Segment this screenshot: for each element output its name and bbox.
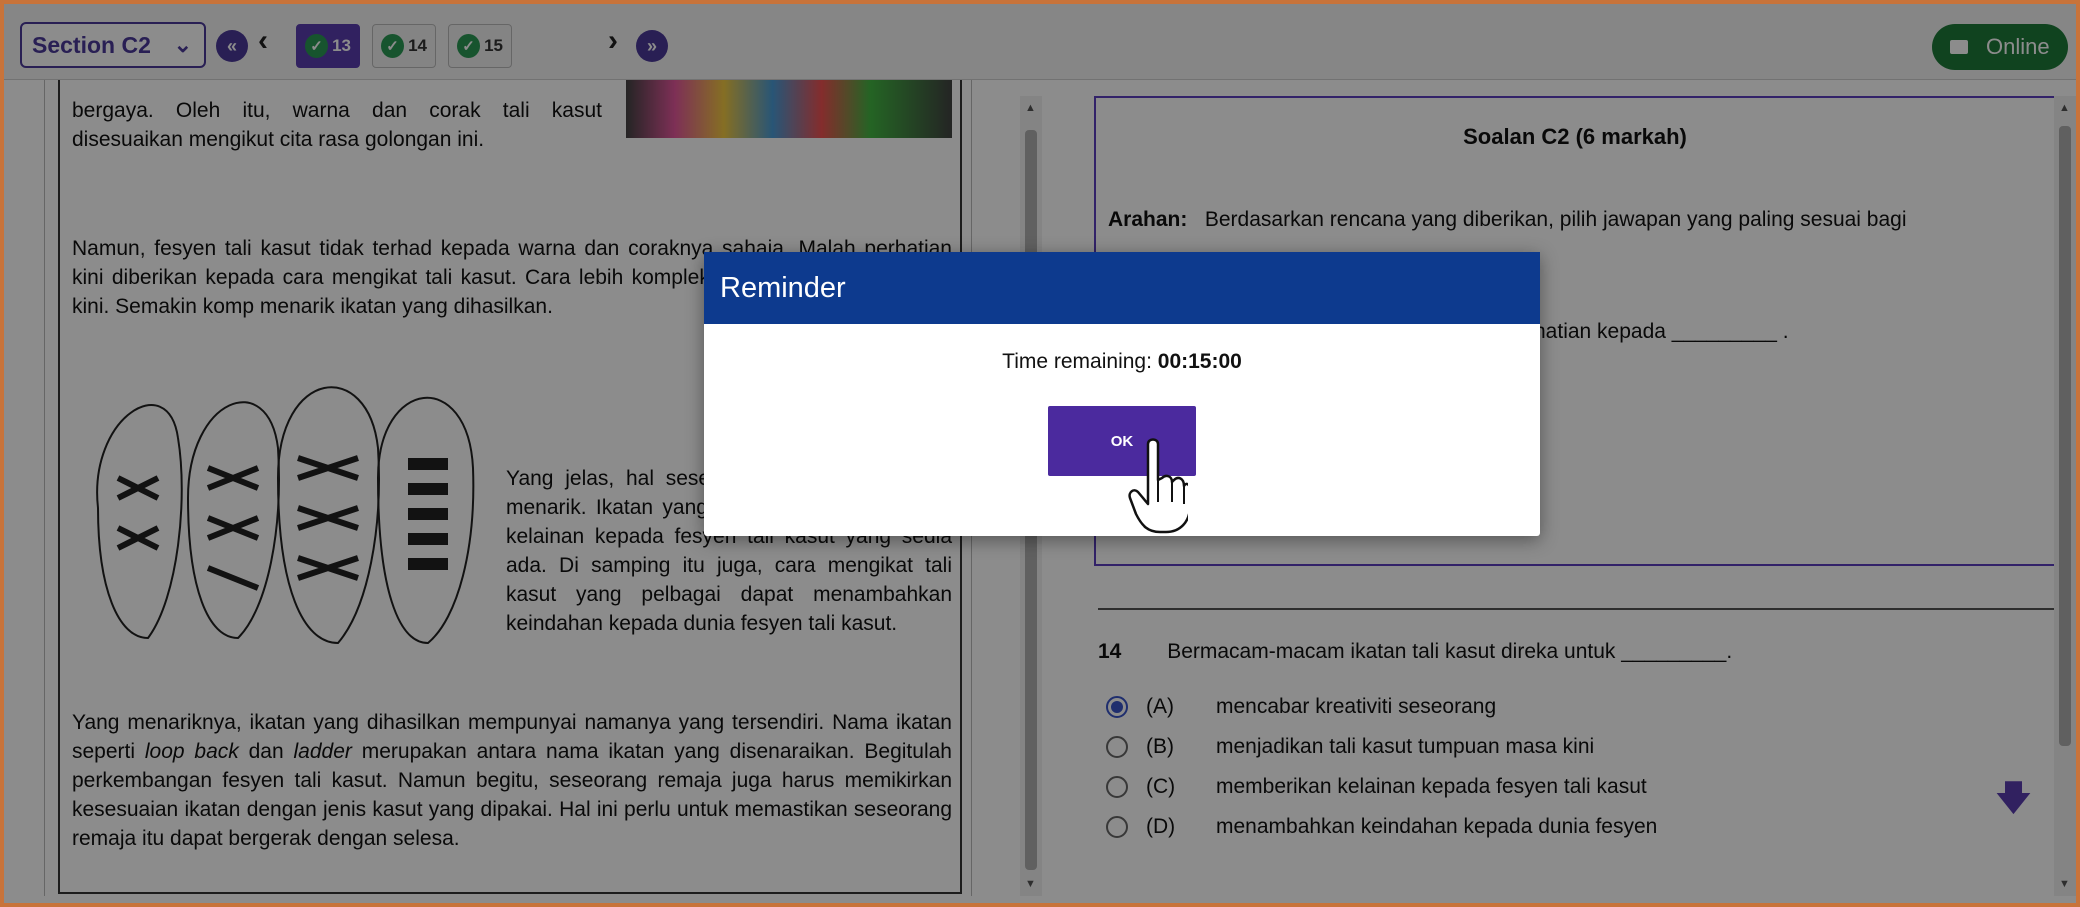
reminder-dialog-title: Reminder: [720, 271, 846, 304]
time-remaining: Time remaining: 00:15:00: [704, 350, 1540, 374]
hand-pointer-icon: [1128, 438, 1188, 534]
reminder-dialog-header: Reminder: [704, 252, 1540, 324]
time-remaining-value: 00:15:00: [1157, 350, 1242, 373]
time-remaining-label: Time remaining:: [1002, 350, 1158, 373]
reminder-dialog: Reminder Time remaining: 00:15:00 OK: [704, 252, 1540, 536]
